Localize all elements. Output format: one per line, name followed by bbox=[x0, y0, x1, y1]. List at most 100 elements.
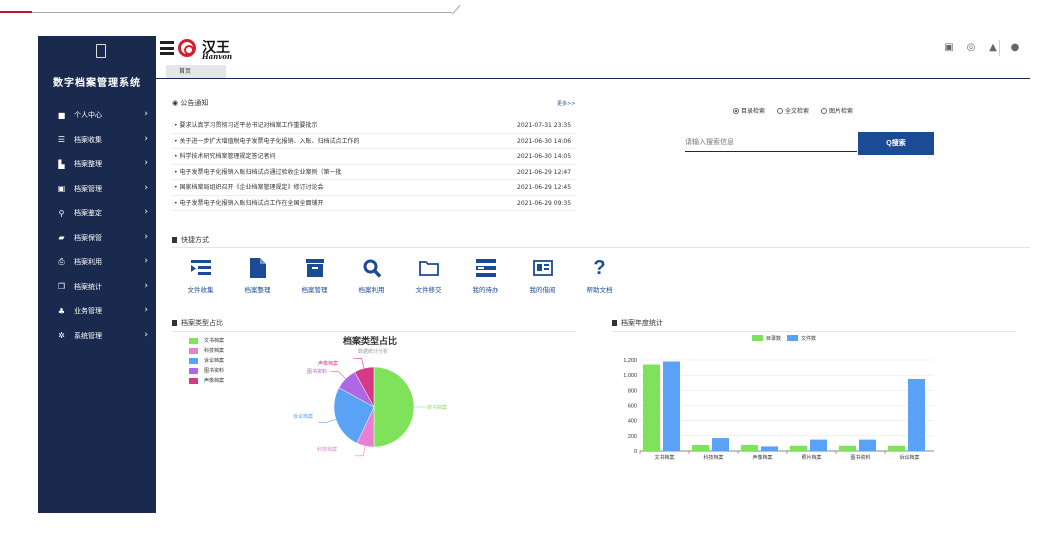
search-mode-image[interactable]: 图片检索 bbox=[821, 106, 853, 115]
sidebar-item-organize[interactable]: ▙ 档案整理 › bbox=[38, 152, 156, 177]
decor-grey-line bbox=[32, 12, 452, 13]
sidebar-item-custody[interactable]: ▰ 档案保管 › bbox=[38, 226, 156, 251]
bar[interactable] bbox=[839, 445, 856, 451]
search-mode-fulltext[interactable]: 全文检索 bbox=[777, 106, 809, 115]
quick-file-transfer[interactable]: 文件移交 bbox=[400, 256, 457, 294]
quick-my-todo[interactable]: 我的待办 bbox=[457, 256, 514, 294]
notice-item-date: 2021-06-29 12:45 bbox=[517, 184, 572, 191]
sidebar-item-collect[interactable]: ☰ 档案收集 › bbox=[38, 128, 156, 153]
x-tick-label: 声像档案 bbox=[752, 454, 772, 461]
bar[interactable] bbox=[761, 446, 778, 451]
bar[interactable] bbox=[790, 445, 807, 451]
bar-chart: 目录数 文件数 0 200 400 600 800 1,000 1,200 文书档案 科技档案声… bbox=[612, 330, 942, 470]
bar[interactable] bbox=[643, 364, 660, 451]
pie-label: 文书档案 bbox=[427, 405, 448, 411]
search-input[interactable] bbox=[685, 134, 857, 152]
bar[interactable] bbox=[908, 378, 925, 451]
lock-icon[interactable]: ▣ bbox=[938, 42, 960, 53]
bar[interactable] bbox=[692, 444, 709, 451]
chevron-right-icon: › bbox=[144, 109, 148, 119]
quick-help-doc[interactable]: ? 帮助文档 bbox=[571, 256, 628, 295]
list-collect-icon: ☰ bbox=[57, 135, 66, 145]
bar[interactable] bbox=[888, 445, 905, 451]
app-logo-icon bbox=[96, 44, 106, 58]
notice-more-link[interactable]: 更多>> bbox=[557, 100, 575, 107]
bar[interactable] bbox=[712, 438, 729, 451]
pie-legend: 文书档案 科技档案 诉讼档案 图书资料 声像档案 bbox=[189, 336, 224, 386]
bar[interactable] bbox=[741, 444, 758, 451]
org-chart-icon: ♣ bbox=[57, 306, 66, 316]
y-tick-label: 200 bbox=[628, 434, 637, 440]
radio-icon bbox=[821, 108, 828, 114]
y-tick-label: 600 bbox=[628, 404, 637, 410]
notice-item-text: • 电子发票电子化报销入账归档试点通过验收企业案例（第一批 bbox=[174, 168, 342, 176]
quick-archive-organize[interactable]: 档案整理 bbox=[229, 256, 286, 294]
notice-item-date: 2021-06-30 14:05 bbox=[517, 153, 572, 160]
pie-slice[interactable] bbox=[373, 366, 415, 448]
notice-panel: ◉ 公告通知 更多>> • 要求认真学习贯彻习近平总书记对档案工作重要批示 202… bbox=[172, 98, 577, 211]
sidebar-menu: ■ 个人中心 › ☰ 档案收集 › ▙ 档案整理 › ▣ 档案管理 › ⚲ 档案鉴定 › ▰ 档案保管… bbox=[38, 103, 156, 348]
pie-chart: 档案类型占比 数据统计分析 文书档案 科技档案 诉讼档案 图书资料 声像档案 bbox=[285, 330, 465, 470]
sidebar-item-system[interactable]: ✲ 系统管理 › bbox=[38, 324, 156, 349]
sidebar-item-appraise[interactable]: ⚲ 档案鉴定 › bbox=[38, 201, 156, 226]
pie-leader-line bbox=[355, 445, 366, 457]
search-mode-catalog[interactable]: 目录检索 bbox=[733, 106, 765, 115]
tab-home[interactable]: 首页 bbox=[166, 65, 226, 78]
sidebar-item-business[interactable]: ♣ 业务管理 › bbox=[38, 299, 156, 324]
alarm-clock-icon[interactable]: ◎ bbox=[960, 42, 982, 53]
list-item[interactable]: • 科学技术研究档案管理规定答记者问 2021-06-30 14:05 bbox=[172, 149, 577, 165]
bar[interactable] bbox=[663, 361, 680, 451]
sidebar-item-statistics[interactable]: ❐ 档案统计 › bbox=[38, 275, 156, 300]
quick-archive-utilize[interactable]: 档案利用 bbox=[343, 256, 400, 294]
x-tick-label: 照片档案 bbox=[801, 454, 821, 461]
legend-item[interactable]: 图书资料 bbox=[189, 366, 224, 376]
tab-bar: 首页 bbox=[156, 65, 1030, 79]
list-item[interactable]: • 要求认真学习贯彻习近平总书记对档案工作重要批示 2021-07-31 23:3… bbox=[172, 118, 577, 134]
user-icon[interactable]: ● bbox=[1004, 42, 1026, 53]
list-item[interactable]: • 关于进一步扩大增值税电子发票电子化报销、入账、归档试点工作的 2021-06-… bbox=[172, 134, 577, 149]
search-button[interactable]: Q搜索 bbox=[858, 132, 934, 155]
legend-item[interactable]: 文书档案 bbox=[189, 336, 224, 346]
legend-item[interactable]: 诉讼档案 bbox=[189, 356, 224, 366]
chevron-right-icon: › bbox=[144, 182, 148, 193]
sidebar-item-label: 档案保管 bbox=[74, 233, 102, 242]
list-item[interactable]: • 国家档案局组织召开《企业档案管理规定》修订讨论会 2021-06-29 12:… bbox=[172, 180, 577, 196]
bell-icon[interactable]: ▲ bbox=[982, 42, 1004, 53]
decor-red-line bbox=[0, 11, 32, 13]
chevron-right-icon: › bbox=[144, 133, 148, 144]
pie-leader-line bbox=[318, 419, 337, 423]
bar[interactable] bbox=[859, 439, 876, 451]
bar[interactable] bbox=[810, 439, 827, 451]
sidebar-item-manage[interactable]: ▣ 档案管理 › bbox=[38, 177, 156, 202]
legend-item[interactable]: 科技档案 bbox=[189, 346, 224, 356]
hamburger-menu-icon[interactable] bbox=[160, 41, 174, 55]
briefcase-icon: ▰ bbox=[58, 233, 65, 243]
quick-archive-manage[interactable]: 档案管理 bbox=[286, 256, 343, 294]
archive-box-icon bbox=[286, 256, 343, 280]
list-indent-icon bbox=[172, 256, 229, 280]
x-tick-label: 文书档案 bbox=[654, 454, 674, 461]
notice-title: 公告通知 bbox=[180, 99, 209, 107]
quick-my-borrow[interactable]: 我的借阅 bbox=[514, 256, 571, 294]
copy-icon: ❐ bbox=[57, 282, 66, 292]
notice-item-date: 2021-07-31 23:35 bbox=[517, 122, 572, 129]
list-item[interactable]: • 电子发票电子化报销入账归档试点通过验收企业案例（第一批 2021-06-29 … bbox=[172, 165, 577, 180]
notice-item-text: • 要求认真学习贯彻习近平总书记对档案工作重要批示 bbox=[174, 122, 318, 129]
top-bar: 汉王 Hanvon ▣ ◎ ▲ ● bbox=[156, 36, 1030, 63]
legend-item[interactable]: 声像档案 bbox=[189, 376, 224, 386]
radio-icon bbox=[777, 108, 784, 114]
brand-name-en: Hanvon bbox=[202, 52, 233, 61]
quick-action-label: 帮助文档 bbox=[586, 286, 613, 294]
quick-action-label: 文件收集 bbox=[187, 286, 214, 294]
sidebar-item-utilize[interactable]: ⎙ 档案利用 › bbox=[38, 250, 156, 275]
list-item[interactable]: • 电子发票电子化报销入账归档试点工作在全国全面铺开 2021-06-29 09:… bbox=[172, 196, 577, 211]
y-tick-label: 1,000 bbox=[623, 373, 637, 379]
pie-label: 诉讼档案 bbox=[293, 414, 314, 420]
sidebar-item-label: 业务管理 bbox=[74, 307, 102, 316]
notice-item-text: • 关于进一步扩大增值税电子发票电子化报销、入账、归档试点工作的 bbox=[174, 137, 360, 145]
quick-action-label: 我的待办 bbox=[472, 286, 499, 294]
sidebar-item-personal-center[interactable]: ■ 个人中心 › bbox=[38, 103, 156, 128]
quick-file-collect[interactable]: 文件收集 bbox=[172, 256, 229, 294]
y-tick-label: 0 bbox=[634, 449, 637, 455]
y-tick-label: 800 bbox=[628, 388, 637, 394]
